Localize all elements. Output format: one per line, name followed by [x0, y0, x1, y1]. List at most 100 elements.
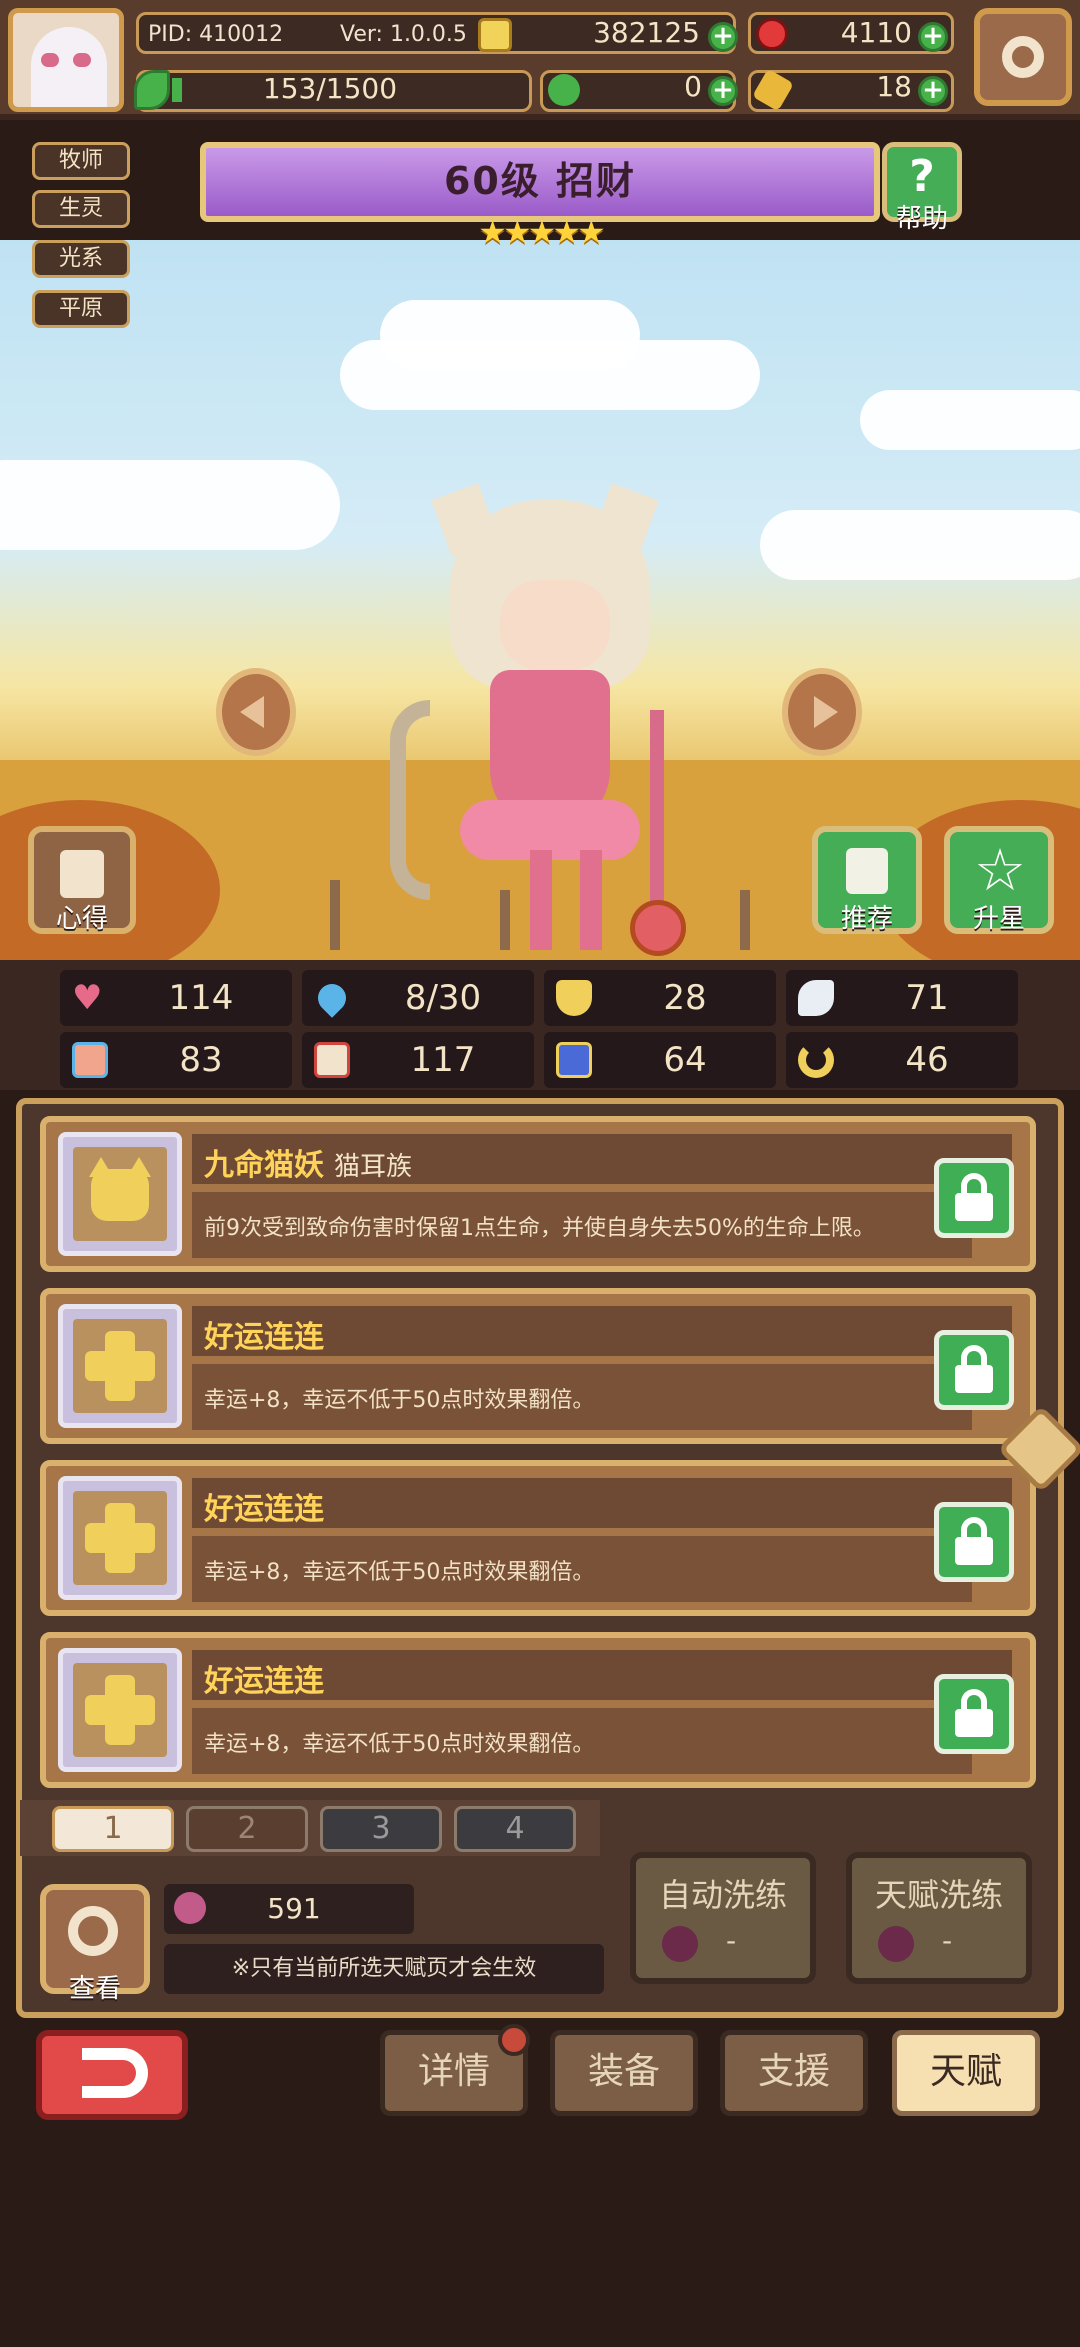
page-tab-4[interactable]: 4 — [454, 1806, 576, 1852]
nav-talent[interactable]: 天赋 — [892, 2030, 1040, 2116]
spellbook-icon — [314, 1042, 350, 1078]
berry-icon — [174, 1892, 206, 1924]
berry-icon — [878, 1926, 914, 1962]
talent-desc-bar: 幸运+8，幸运不低于50点时效果翻倍。 — [192, 1708, 972, 1774]
talent-refine-cost: - — [942, 1924, 953, 1957]
lock-talent-button[interactable] — [934, 1158, 1014, 1238]
upstar-label: 升星 — [972, 904, 1025, 934]
add-gold-button[interactable]: + — [708, 22, 738, 52]
talent-icon-frame — [58, 1648, 182, 1772]
talent-card[interactable]: 好运连连 幸运+8，幸运不低于50点时效果翻倍。 — [40, 1288, 1036, 1444]
auto-refine-label: 自动洗练 — [658, 1876, 787, 1914]
talent-name-bar: 好运连连 — [192, 1650, 1012, 1700]
clover-amount: 0 — [684, 70, 702, 103]
talent-refine-button[interactable]: 天赋洗练 - — [846, 1852, 1032, 1984]
add-gem-button[interactable]: + — [918, 22, 948, 52]
padlock-icon — [955, 1193, 993, 1221]
talent-name: 九命猫妖 猫耳族 — [204, 1148, 413, 1183]
resource-count: 591 — [267, 1892, 321, 1925]
back-button[interactable] — [36, 2030, 188, 2120]
talent-icon-frame — [58, 1476, 182, 1600]
scroll-icon — [60, 850, 104, 898]
gold-amount: 382125 — [593, 16, 700, 49]
player-id: PID: 410012 — [148, 22, 284, 47]
stat-magic: 117 — [302, 1032, 534, 1088]
next-hero-button[interactable] — [782, 668, 862, 756]
talent-card[interactable]: 好运连连 幸运+8，幸运不低于50点时效果翻倍。 — [40, 1632, 1036, 1788]
stat-defense: 28 — [544, 970, 776, 1026]
lock-talent-button[interactable] — [934, 1674, 1014, 1754]
lock-talent-button[interactable] — [934, 1502, 1014, 1582]
talent-desc-bar: 幸运+8，幸运不低于50点时效果翻倍。 — [192, 1364, 972, 1430]
thumbs-up-icon — [846, 848, 888, 894]
stat-crit-value: 64 — [663, 1040, 707, 1080]
stat-luck-value: 46 — [905, 1040, 949, 1080]
talent-description: 幸运+8，幸运不低于50点时效果翻倍。 — [204, 1560, 595, 1585]
water-drop-icon — [312, 978, 352, 1018]
nav-support[interactable]: 支援 — [720, 2030, 868, 2116]
lock-talent-button[interactable] — [934, 1330, 1014, 1410]
talent-desc-bar: 幸运+8，幸运不低于50点时效果翻倍。 — [192, 1536, 972, 1602]
tag-class[interactable]: 牧师 — [32, 142, 130, 180]
clover-cross-icon — [73, 1319, 167, 1413]
page-tab-3[interactable]: 3 — [320, 1806, 442, 1852]
exp-text: 153/1500 — [262, 72, 398, 105]
top-status-bar: PID: 410012 Ver: 1.0.0.5 382125 + 4110 +… — [0, 0, 1080, 120]
page-tab-1[interactable]: 1 — [52, 1806, 174, 1852]
crit-icon — [556, 1042, 592, 1078]
talent-card[interactable]: 好运连连 幸运+8，幸运不低于50点时效果翻倍。 — [40, 1460, 1036, 1616]
horseshoe-icon — [798, 1042, 834, 1078]
hero-character-sprite — [380, 483, 700, 960]
gold-coin-icon — [478, 18, 512, 52]
stat-speed: 71 — [786, 970, 1018, 1026]
stat-crit: 64 — [544, 1032, 776, 1088]
talent-name: 好运连连 — [204, 1492, 324, 1527]
stat-hp: ♥ 114 — [60, 970, 292, 1026]
stat-hp-value: 114 — [168, 978, 234, 1018]
talent-desc-bar: 前9次受到致命伤害时保留1点生命，并使自身失去50%的生命上限。 — [192, 1192, 972, 1258]
fist-icon — [72, 1042, 108, 1078]
wing-icon — [798, 980, 834, 1016]
add-key-button[interactable]: + — [918, 76, 948, 106]
page-tab-2[interactable]: 2 — [186, 1806, 308, 1852]
settings-button[interactable] — [974, 8, 1072, 106]
talent-name: 好运连连 — [204, 1320, 324, 1355]
tag-race[interactable]: 生灵 — [32, 190, 130, 228]
talent-description: 幸运+8，幸运不低于50点时效果翻倍。 — [204, 1388, 595, 1413]
nav-equip[interactable]: 装备 — [550, 2030, 698, 2116]
talent-icon-frame — [58, 1132, 182, 1256]
game-version: Ver: 1.0.0.5 — [340, 22, 467, 47]
add-clover-button[interactable]: + — [708, 76, 738, 106]
stat-speed-value: 71 — [905, 978, 949, 1018]
berry-icon — [662, 1926, 698, 1962]
question-icon: ? — [909, 151, 935, 202]
tag-element[interactable]: 光系 — [32, 240, 130, 278]
arrow-left-icon — [240, 696, 264, 728]
talent-page-notice: ※只有当前所选天赋页才会生效 — [164, 1944, 604, 1994]
star-icon: ☆ — [974, 836, 1026, 904]
heart-icon: ♥ — [72, 978, 103, 1018]
talent-refine-label: 天赋洗练 — [874, 1876, 1003, 1914]
stat-attack-value: 83 — [179, 1040, 223, 1080]
resource-counter: 591 — [164, 1884, 414, 1934]
key-amount: 18 — [876, 70, 912, 103]
arrow-right-icon — [814, 696, 838, 728]
hero-level-name-banner: 60级 招财 — [200, 142, 880, 222]
magnifier-icon — [68, 1906, 118, 1956]
clover-cross-icon — [73, 1663, 167, 1757]
talent-description: 幸运+8，幸运不低于50点时效果翻倍。 — [204, 1732, 595, 1757]
previous-hero-button[interactable] — [216, 668, 296, 756]
auto-refine-button[interactable]: 自动洗练 - — [630, 1852, 816, 1984]
player-avatar[interactable] — [8, 8, 124, 112]
padlock-icon — [955, 1365, 993, 1393]
gem-amount: 4110 — [840, 16, 912, 49]
stat-mana: 8/30 — [302, 970, 534, 1026]
tag-terrain[interactable]: 平原 — [32, 290, 130, 328]
ruby-gem-icon — [756, 18, 788, 50]
padlock-icon — [955, 1709, 993, 1737]
view-label: 查看 — [68, 1974, 121, 2004]
talent-card[interactable]: 九命猫妖 猫耳族 前9次受到致命伤害时保留1点生命，并使自身失去50%的生命上限。 — [40, 1116, 1036, 1272]
talent-icon-frame — [58, 1304, 182, 1428]
shield-icon — [556, 980, 592, 1016]
cat-head-icon — [73, 1147, 167, 1241]
